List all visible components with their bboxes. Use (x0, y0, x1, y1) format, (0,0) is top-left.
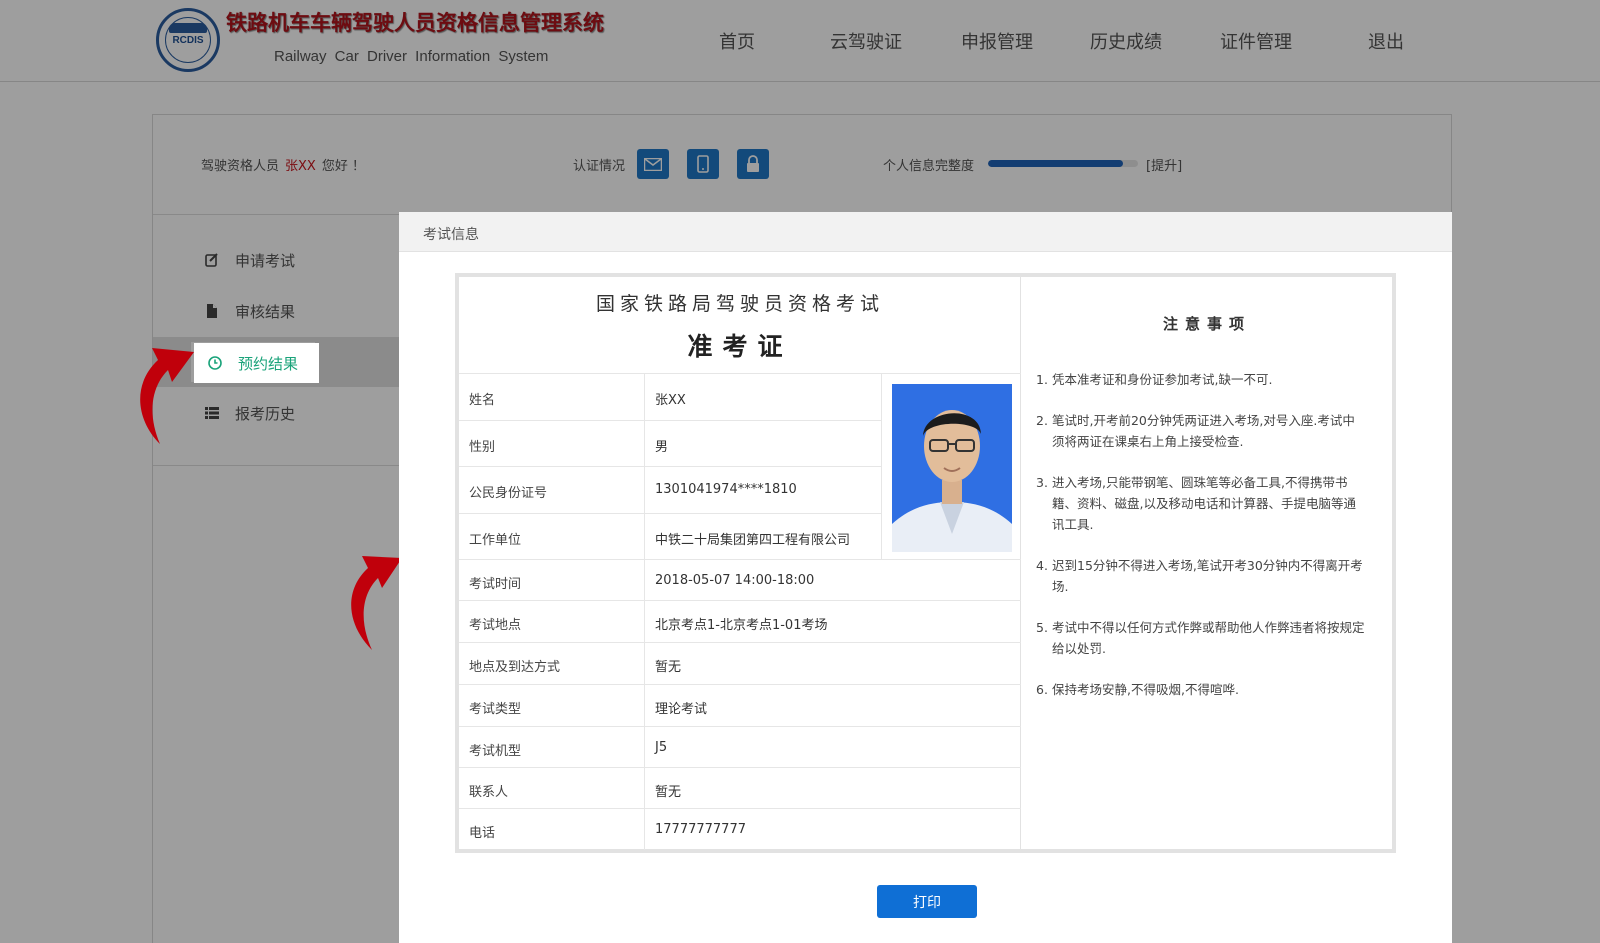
photo-cell (881, 373, 1021, 559)
sidebar-item-label: 预约结果 (238, 354, 299, 373)
divider (644, 374, 645, 421)
modal-title: 考试信息 (423, 227, 479, 243)
table-row: 考试机型 J5 (459, 726, 1021, 768)
table-row: 公民身份证号 1301041974****1810 (459, 466, 881, 514)
field-value: 中铁二十局集团第四工程有限公司 (655, 533, 851, 548)
field-value: 男 (655, 440, 669, 455)
table-row: 考试时间 2018-05-07 14:00-18:00 (459, 559, 1021, 601)
field-label: 考试时间 (469, 577, 522, 592)
table-row: 联系人 暂无 (459, 767, 1021, 809)
print-button[interactable]: 打印 (877, 885, 977, 918)
field-label: 地点及到达方式 (469, 660, 561, 675)
field-label: 性别 (469, 440, 496, 455)
list-item: 5. 考试中不得以任何方式作弊或帮助他人作弊违者将按规定给以处罚. (1036, 620, 1365, 656)
exam-info-modal: 考试信息 国家铁路局驾驶员资格考试 准考证 姓名 张XX 性别 男 公民身份证号… (399, 212, 1452, 943)
divider (644, 560, 645, 601)
highlighted-sidebar-item-booking-result[interactable]: 预约结果 (194, 343, 319, 383)
field-label: 公民身份证号 (469, 486, 548, 501)
field-value: 北京考点1-北京考点1-01考场 (655, 618, 828, 633)
notes-panel: 注意事项 1. 凭本准考证和身份证参加考试,缺一不可. 2. 笔试时,开考前20分钟… (1022, 277, 1392, 849)
list-item: 2. 笔试时,开考前20分钟凭两证进入考场,对号入座.考试中须将两证在课桌右上角上… (1036, 413, 1355, 449)
list-item: 4. 迟到15分钟不得进入考场,笔试开考30分钟内不得离开考场. (1036, 558, 1363, 594)
notes-list: 1. 凭本准考证和身份证参加考试,缺一不可. 2. 笔试时,开考前20分钟凭两证进入… (1036, 369, 1366, 720)
field-value: 1301041974****1810 (655, 482, 797, 497)
divider (644, 421, 645, 467)
divider (644, 601, 645, 643)
divider (644, 809, 645, 850)
notes-title: 注意事项 (1162, 315, 1251, 333)
table-row: 考试类型 理论考试 (459, 684, 1021, 727)
field-value: 理论考试 (655, 702, 708, 717)
divider (644, 727, 645, 768)
field-value: 暂无 (655, 660, 682, 675)
ticket-details: 国家铁路局驾驶员资格考试 准考证 姓名 张XX 性别 男 公民身份证号 1301… (459, 277, 1021, 850)
divider (644, 467, 645, 514)
clock-icon (208, 356, 222, 370)
field-label: 工作单位 (469, 533, 522, 548)
annotation-arrow-icon (140, 348, 194, 444)
field-value: J5 (655, 740, 668, 755)
list-item: 1. 凭本准考证和身份证参加考试,缺一不可. (1036, 372, 1273, 387)
divider (644, 514, 645, 560)
divider (644, 685, 645, 727)
divider (644, 643, 645, 685)
list-item: 3. 进入考场,只能带钢笔、圆珠笔等必备工具,不得携带书籍、资料、磁盘,以及移动电… (1036, 475, 1356, 532)
table-row: 电话 17777777777 (459, 808, 1021, 850)
field-value: 2018-05-07 14:00-18:00 (655, 573, 815, 588)
admission-ticket: 国家铁路局驾驶员资格考试 准考证 姓名 张XX 性别 男 公民身份证号 1301… (455, 273, 1396, 853)
candidate-photo (892, 384, 1012, 552)
table-row: 姓名 张XX (459, 373, 881, 421)
divider (644, 768, 645, 809)
table-row: 性别 男 (459, 420, 881, 467)
exam-name: 国家铁路局驾驶员资格考试 (595, 293, 884, 315)
field-label: 姓名 (469, 393, 496, 408)
field-label: 考试类型 (469, 702, 522, 717)
annotation-arrow-icon (351, 556, 402, 650)
list-item: 6. 保持考场安静,不得吸烟,不得喧哗. (1036, 682, 1239, 697)
field-label: 联系人 (469, 785, 509, 800)
modal-header: 考试信息 (399, 212, 1452, 252)
field-label: 考试地点 (469, 618, 522, 633)
field-value: 张XX (655, 393, 686, 408)
table-row: 地点及到达方式 暂无 (459, 642, 1021, 685)
field-value: 暂无 (655, 785, 682, 800)
field-label: 考试机型 (469, 744, 522, 759)
field-value: 17777777777 (655, 822, 746, 837)
field-label: 电话 (469, 826, 496, 841)
table-row: 工作单位 中铁二十局集团第四工程有限公司 (459, 513, 881, 560)
table-row: 考试地点 北京考点1-北京考点1-01考场 (459, 600, 1021, 643)
ticket-title: 准考证 (687, 332, 793, 361)
